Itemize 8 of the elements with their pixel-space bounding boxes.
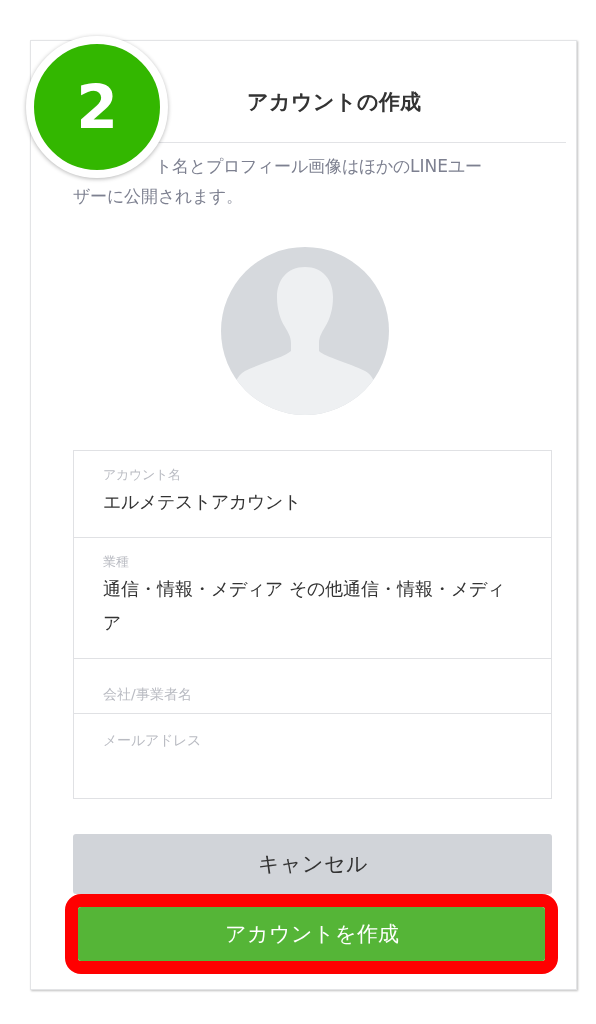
input-field[interactable]: 会社/事業者名: [74, 658, 551, 713]
input-field[interactable]: 業種 通信・情報・メディア その他通信・情報・メディア: [74, 537, 551, 658]
notice-text: ト名とプロフィール画像はほかのLINEユー ザーに公開されます。: [73, 155, 483, 208]
input-field[interactable]: アカウント名 エルメテストアカウント: [74, 451, 551, 537]
cancel-button[interactable]: キャンセル: [73, 834, 552, 894]
input-field[interactable]: メールアドレス: [74, 713, 551, 798]
dialog-title: アカウントの作成: [247, 88, 421, 116]
avatar-icon: [220, 247, 389, 415]
